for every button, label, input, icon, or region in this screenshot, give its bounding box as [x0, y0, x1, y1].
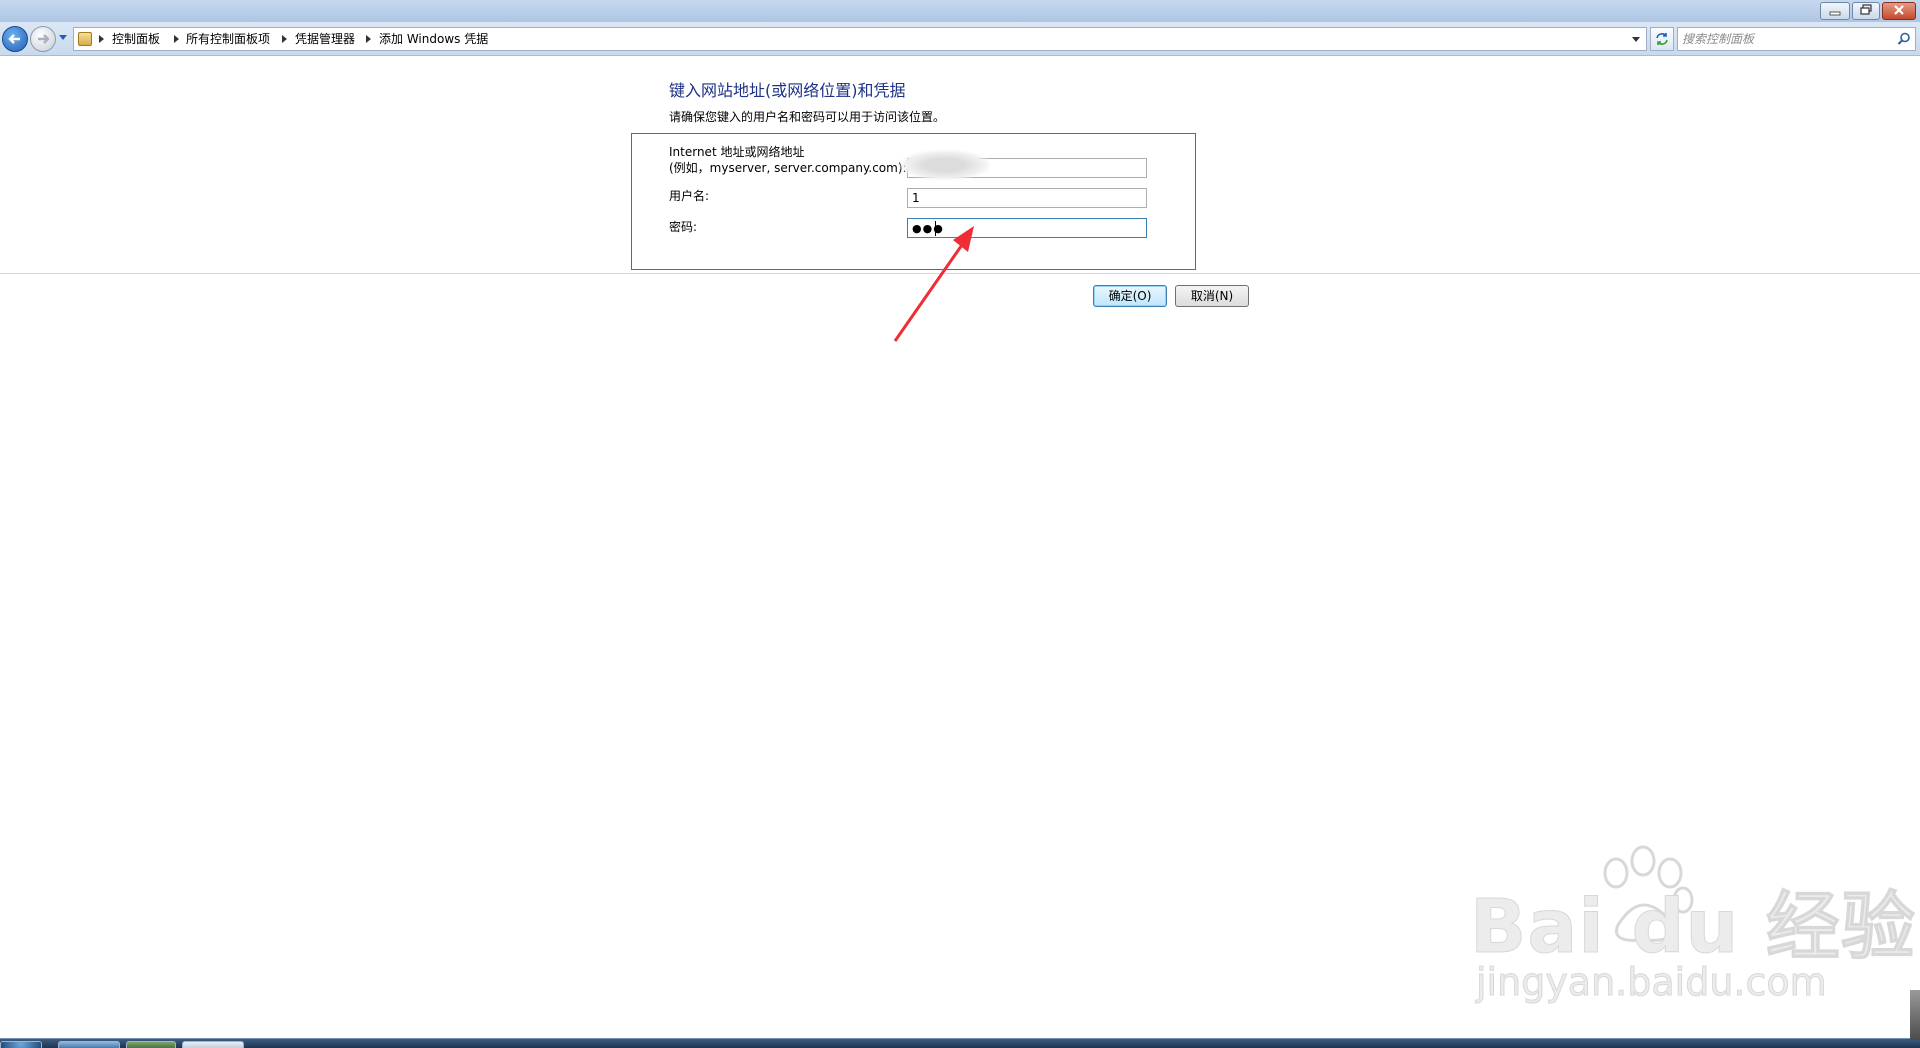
- watermark-url-text: jingyan.baidu.com: [1476, 960, 1828, 1005]
- window: 控制面板 所有控制面板项 凭据管理器 添加 Windows 凭据 键入网站地址(…: [0, 0, 1920, 1048]
- taskbar-item-control-panel[interactable]: [182, 1041, 244, 1048]
- baidu-jingyan-watermark: Bai du 经验 jingyan.baidu.com: [1470, 845, 1915, 1015]
- taskbar-item-explorer[interactable]: [126, 1041, 176, 1048]
- start-button[interactable]: [0, 1041, 42, 1048]
- scrollbar-edge[interactable]: [1910, 990, 1920, 1040]
- taskbar-item-browser[interactable]: [58, 1041, 120, 1048]
- watermark-brand-text: Bai du 经验: [1470, 884, 1916, 971]
- taskbar: [0, 1038, 1920, 1048]
